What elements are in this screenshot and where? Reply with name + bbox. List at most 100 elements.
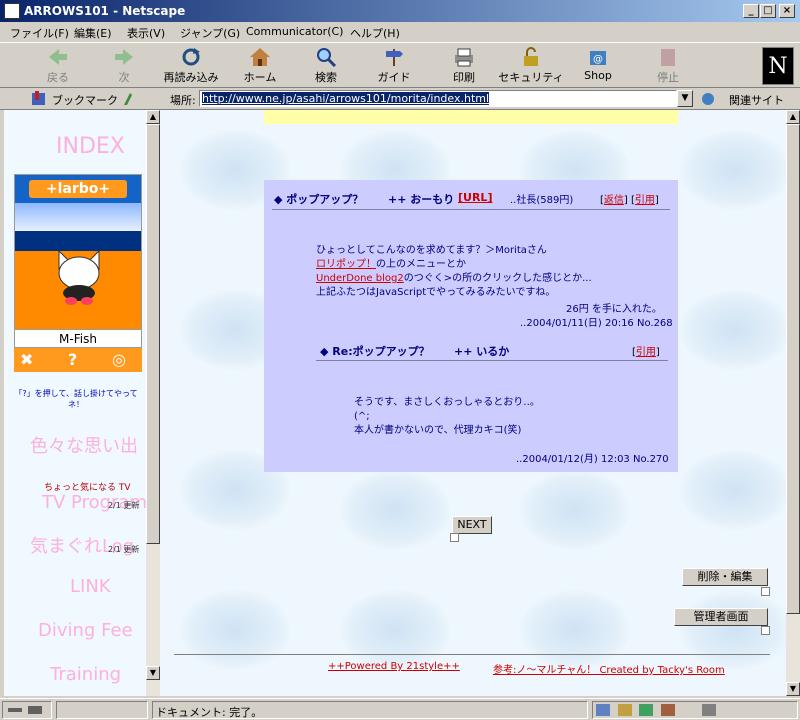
status-bar: ドキュメント: 完了。 xyxy=(0,698,800,720)
guide-signpost-icon xyxy=(386,49,403,66)
nav-training-link[interactable]: Training xyxy=(50,664,121,685)
maximize-button[interactable]: □ xyxy=(760,4,776,18)
post-meta: ..2004/01/11(日) 20:16 No.268 xyxy=(520,318,673,329)
background-dolphin xyxy=(340,590,450,670)
shop-button[interactable]: @ Shop xyxy=(570,47,626,87)
search-button[interactable]: 検索 xyxy=(298,47,354,87)
menu-help[interactable]: ヘルプ(H) xyxy=(350,25,400,41)
security-button[interactable]: セキュリティ xyxy=(498,47,564,87)
menu-edit[interactable]: 編集(E) xyxy=(74,25,112,41)
navigator-icon[interactable] xyxy=(596,704,610,716)
nav-memories-link[interactable]: 色々な思い出 xyxy=(30,432,138,458)
sidebar-note: 「?」を押して、話し掛けてやってネ！ xyxy=(14,389,138,409)
powered-by-link[interactable]: ++Powered By 21style++ xyxy=(328,661,460,672)
admin-button[interactable]: 管理者画面 xyxy=(674,608,768,626)
lollipop-link[interactable]: ロリポップ！ xyxy=(316,259,376,270)
reply-meta: ..2004/01/12(月) 12:03 No.270 xyxy=(516,454,669,465)
minimize-button[interactable]: _ xyxy=(743,4,759,18)
admin-checkbox[interactable] xyxy=(761,626,770,635)
svg-text:@: @ xyxy=(593,54,603,65)
next-button[interactable]: NEXT xyxy=(452,516,492,534)
title-bar: ARROWS101 - Netscape _ □ × xyxy=(0,0,800,22)
location-bar: ブックマーク 場所: http://www.ne.jp/asahi/arrows… xyxy=(0,88,800,110)
scroll-thumb[interactable] xyxy=(146,124,160,544)
post-url-link[interactable]: [URL] xyxy=(458,191,492,204)
reply-link[interactable]: 返信 xyxy=(604,195,624,206)
mail-icon[interactable] xyxy=(617,704,632,716)
menu-go[interactable]: ジャンプ(G) xyxy=(180,25,240,41)
main-scrollbar[interactable]: ▲ ▼ xyxy=(786,110,800,696)
close-x-button[interactable]: ✖ xyxy=(20,350,33,369)
connection-icon xyxy=(2,701,52,719)
background-dolphin xyxy=(520,590,630,670)
post-title: ◆ ポップアップ？ xyxy=(274,193,364,206)
related-sites-button[interactable]: 関連サイト xyxy=(729,92,784,108)
composer-icon[interactable] xyxy=(660,704,675,716)
delete-edit-button[interactable]: 削除・編集 xyxy=(682,568,768,586)
background-dolphin xyxy=(680,130,786,210)
home-button[interactable]: ホーム xyxy=(232,47,288,87)
forward-button[interactable]: 次 xyxy=(96,47,152,87)
background-dolphin xyxy=(340,470,450,550)
newsgroup-icon[interactable] xyxy=(639,704,653,716)
reply-quote-link[interactable]: 引用 xyxy=(636,347,656,358)
menu-communicator[interactable]: Communicator(C) xyxy=(246,25,343,38)
print-button[interactable]: 印刷 xyxy=(436,47,492,87)
post-actions: [返信] [引用] xyxy=(600,195,659,206)
stop-icon xyxy=(661,49,675,66)
menu-file[interactable]: ファイル(F) xyxy=(10,25,69,41)
circle-button[interactable]: ◎ xyxy=(112,350,126,369)
back-arrow-icon xyxy=(49,49,67,65)
card-controls: ✖ ? ◎ xyxy=(14,348,142,372)
footer-divider xyxy=(174,654,770,655)
bookmarks-button[interactable]: ブックマーク xyxy=(52,92,118,108)
back-button[interactable]: 戻る xyxy=(30,47,86,87)
netscape-app-icon xyxy=(4,3,20,19)
close-button[interactable]: × xyxy=(779,4,795,18)
url-dropdown-button[interactable]: ▼ xyxy=(677,90,693,107)
talk-question-button[interactable]: ? xyxy=(68,350,77,369)
scroll-thumb[interactable] xyxy=(786,124,800,614)
reload-button[interactable]: 再読み込み xyxy=(158,47,224,87)
post-line: ひょっとしてこんなのを求めてます？＞Moritaさん xyxy=(316,245,547,256)
post-author: ++ おーもり xyxy=(388,193,455,206)
post-line: 上記ふたつはJavaScriptでやってみるみたいですね。 xyxy=(316,287,556,298)
guide-button[interactable]: ガイド xyxy=(366,47,422,87)
page-proxy-icon[interactable] xyxy=(122,91,138,107)
forward-arrow-icon xyxy=(115,49,133,65)
card-sea xyxy=(15,231,141,251)
next-checkbox[interactable] xyxy=(450,533,459,542)
nav-link-link[interactable]: LINK xyxy=(70,576,111,597)
home-icon xyxy=(250,48,270,66)
post-body: ひょっとしてこんなのを求めてます？＞Moritaさん ロリポップ！の上のメニュー… xyxy=(316,244,592,300)
post-author-info: ..社長(589円) xyxy=(510,195,574,206)
post-box: ◆ ポップアップ？ ++ おーもり [URL] ..社長(589円) [返信] … xyxy=(264,180,678,472)
security-status-icon[interactable] xyxy=(702,704,716,716)
stop-button[interactable]: 停止 xyxy=(640,47,696,87)
larbo-logo: +larbo+ xyxy=(29,180,127,198)
update-note-2: 2/1 更新 xyxy=(108,545,140,554)
related-sites-icon xyxy=(702,93,714,105)
menu-bar: ファイル(F) 編集(E) 表示(V) ジャンプ(G) Communicator… xyxy=(0,22,800,42)
delete-checkbox[interactable] xyxy=(761,587,770,596)
underdone-blog-link[interactable]: UnderDone blog2 xyxy=(316,273,404,284)
reference-link[interactable]: 参考:ノ～マルチャん！ Created by Tacky's Room xyxy=(493,661,725,676)
scroll-down-arrow-icon[interactable]: ▼ xyxy=(786,682,800,696)
sidebar-scrollbar[interactable]: ▲ ▼ xyxy=(146,110,160,696)
scroll-up-arrow-icon[interactable]: ▲ xyxy=(146,110,160,124)
padlock-icon xyxy=(524,47,538,66)
post-bonus: 26円 を手に入れた。 xyxy=(566,304,662,315)
card-sky xyxy=(15,203,141,231)
url-input[interactable]: http://www.ne.jp/asahi/arrows101/morita/… xyxy=(199,90,677,107)
quote-link[interactable]: 引用 xyxy=(635,195,655,206)
scroll-up-arrow-icon[interactable]: ▲ xyxy=(786,110,800,124)
card-caption: M-Fish xyxy=(15,329,141,347)
netscape-logo[interactable]: N xyxy=(762,47,794,85)
character-card: +larbo+ M-Fish xyxy=(14,174,142,348)
post-line: UnderDone blog2のつぐく>の所のクリックした感じとか... xyxy=(316,273,592,284)
scroll-down-arrow-icon[interactable]: ▼ xyxy=(146,666,160,680)
background-dolphin xyxy=(680,590,786,670)
reply-line: 本人が書かないので、代理カキコ(笑) xyxy=(354,425,522,436)
menu-view[interactable]: 表示(V) xyxy=(127,25,165,41)
nav-diving-fee-link[interactable]: Diving Fee xyxy=(38,620,133,641)
